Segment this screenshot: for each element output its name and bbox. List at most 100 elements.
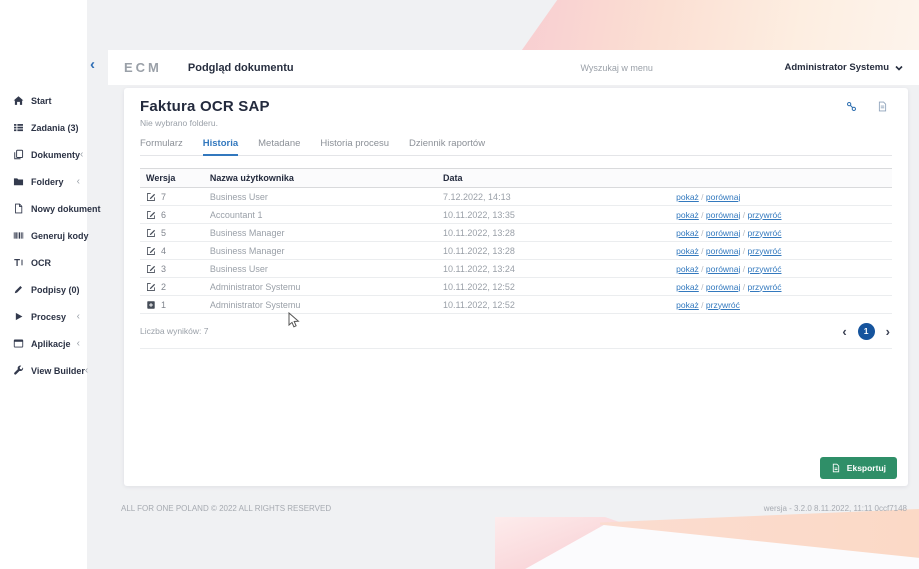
actions-cell: pokaż / porównaj (670, 188, 892, 206)
export-button[interactable]: Eksportuj (820, 457, 897, 479)
user-cell: Business User (204, 188, 437, 206)
action-link-porownaj[interactable]: porównaj (706, 192, 741, 202)
folder-icon (13, 176, 24, 187)
user-cell: Business Manager (204, 242, 437, 260)
card-toolbar (846, 101, 888, 112)
table-head: WersjaNazwa użytkownikaData (140, 169, 892, 188)
sidebar-item-label: Zadania (3) (31, 123, 79, 133)
pagination-prev-icon[interactable]: ‹ (842, 325, 846, 338)
chevron-left-icon: ‹ (77, 339, 80, 349)
edit-icon (146, 192, 156, 202)
sidebar-item-podpisy-0[interactable]: Podpisy (0) (0, 276, 87, 303)
action-link-przywroc[interactable]: przywróć (748, 264, 782, 274)
user-cell: Administrator Systemu (204, 278, 437, 296)
action-link-przywroc[interactable]: przywróć (748, 228, 782, 238)
new-document-icon (13, 203, 24, 214)
sidebar-item-label: Generuj kody (31, 231, 89, 241)
action-link-pokaz[interactable]: pokaż (676, 228, 699, 238)
tab-metadane[interactable]: Metadane (258, 138, 300, 155)
pagination-page-button[interactable]: 1 (858, 323, 875, 340)
ocr-icon (13, 257, 24, 268)
actions-cell: pokaż / porównaj / przywróć (670, 224, 892, 242)
action-link-przywroc[interactable]: przywróć (748, 210, 782, 220)
sidebar-item-aplikacje[interactable]: Aplikacje‹ (0, 330, 87, 357)
actions-cell: pokaż / przywróć (670, 296, 892, 314)
tab-dziennik-raportow[interactable]: Dziennik raportów (409, 138, 485, 155)
sidebar-item-start[interactable]: Start (0, 87, 87, 114)
export-button-label: Eksportuj (847, 463, 886, 473)
chevron-left-icon: ‹ (85, 366, 88, 376)
page-title: Podgląd dokumentu (188, 62, 294, 74)
column-header-data: Data (437, 169, 670, 188)
home-icon (13, 95, 24, 106)
column-header-actions (670, 169, 892, 188)
edit-icon (146, 264, 156, 274)
action-link-porownaj[interactable]: porównaj (706, 210, 741, 220)
action-link-pokaz[interactable]: pokaż (676, 192, 699, 202)
user-cell: Administrator Systemu (204, 296, 437, 314)
table-header-row: WersjaNazwa użytkownikaData (140, 169, 892, 188)
action-link-przywroc[interactable]: przywróć (748, 282, 782, 292)
action-link-porownaj[interactable]: porównaj (706, 228, 741, 238)
copyright-text: ALL FOR ONE POLAND © 2022 ALL RIGHTS RES… (121, 504, 331, 513)
action-link-porownaj[interactable]: porównaj (706, 264, 741, 274)
table-row-version-5: 5Business Manager10.11.2022, 13:28pokaż … (140, 224, 892, 242)
sidebar-item-ocr[interactable]: OCR (0, 249, 87, 276)
action-separator: / (699, 300, 706, 310)
document-card: Faktura OCR SAP Nie wybrano folderu. For… (124, 88, 908, 486)
tab-historia[interactable]: Historia (203, 138, 238, 155)
tab-formularz[interactable]: Formularz (140, 138, 183, 155)
document-icon[interactable] (877, 101, 888, 112)
version-number: 5 (161, 228, 166, 238)
history-table: WersjaNazwa użytkownikaData 7 Business Us… (140, 168, 892, 314)
sidebar-collapse-button[interactable]: ‹ (90, 57, 95, 72)
sidebar-item-label: Podpisy (0) (31, 285, 80, 295)
date-cell: 10.11.2022, 13:28 (437, 242, 670, 260)
export-file-icon (831, 463, 841, 473)
pagination-next-icon[interactable]: › (886, 325, 890, 338)
tab-bar: Formularz Historia Metadane Historia proces… (140, 138, 892, 156)
tab-historia-procesu[interactable]: Historia procesu (320, 138, 389, 155)
edit-icon (146, 228, 156, 238)
app-logo: ECM (124, 60, 162, 75)
action-link-porownaj[interactable]: porównaj (706, 246, 741, 256)
wrench-icon (13, 365, 24, 376)
sidebar-item-zadania-3[interactable]: Zadania (3) (0, 114, 87, 141)
version-cell: 7 (146, 192, 198, 202)
sidebar-item-label: View Builder (31, 366, 85, 376)
results-count: Liczba wyników: 7 (140, 326, 209, 336)
sidebar-item-view-builder[interactable]: View Builder‹ (0, 357, 87, 384)
action-separator: / (740, 282, 747, 292)
edit-icon (146, 282, 156, 292)
table-body: 7Business User7.12.2022, 14:13pokaż / po… (140, 188, 892, 314)
action-link-przywroc[interactable]: przywróć (748, 246, 782, 256)
actions-cell: pokaż / porównaj / przywróć (670, 260, 892, 278)
sidebar-item-generuj-kody[interactable]: Generuj kody (0, 222, 87, 249)
actions-cell: pokaż / porównaj / przywróć (670, 206, 892, 224)
version-cell: 4 (146, 246, 198, 256)
action-link-pokaz[interactable]: pokaż (676, 300, 699, 310)
action-separator: / (699, 228, 706, 238)
version-number: 3 (161, 264, 166, 274)
link-icon[interactable] (846, 101, 857, 112)
action-link-pokaz[interactable]: pokaż (676, 264, 699, 274)
sidebar-item-label: OCR (31, 258, 51, 268)
sidebar-item-procesy[interactable]: Procesy‹ (0, 303, 87, 330)
user-menu[interactable]: Administrator Systemu (784, 62, 903, 73)
action-link-pokaz[interactable]: pokaż (676, 246, 699, 256)
sidebar-item-nowy-dokument[interactable]: Nowy dokument (0, 195, 87, 222)
action-link-przywroc[interactable]: przywróć (706, 300, 740, 310)
app-window: Start Zadania (3) Dokumenty‹Foldery‹Nowy d… (0, 0, 919, 569)
table-row-version-7: 7Business User7.12.2022, 14:13pokaż / po… (140, 188, 892, 206)
menu-search-input[interactable] (578, 62, 722, 74)
action-link-porownaj[interactable]: porównaj (706, 282, 741, 292)
version-number: 2 (161, 282, 166, 292)
edit-icon (146, 210, 156, 220)
sidebar-item-foldery[interactable]: Foldery‹ (0, 168, 87, 195)
sidebar-item-label: Procesy (31, 312, 66, 322)
date-cell: 10.11.2022, 13:28 (437, 224, 670, 242)
sidebar-item-dokumenty[interactable]: Dokumenty‹ (0, 141, 87, 168)
action-link-pokaz[interactable]: pokaż (676, 282, 699, 292)
action-link-pokaz[interactable]: pokaż (676, 210, 699, 220)
version-number: 4 (161, 246, 166, 256)
